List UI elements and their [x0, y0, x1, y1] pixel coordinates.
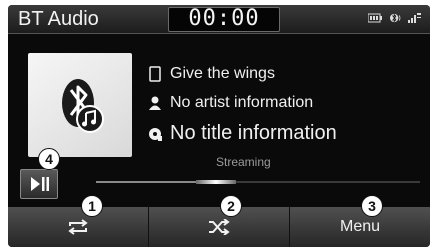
clock-box: 00:00: [168, 7, 280, 32]
callout-4: 4: [38, 148, 60, 170]
callout-1: 1: [81, 195, 103, 217]
status-icons: [368, 13, 422, 23]
shuffle-icon: [209, 219, 230, 235]
status-bar: BT Audio 00:00: [8, 5, 430, 34]
title-name: No title information: [170, 122, 337, 144]
song-row: Give the wings: [148, 65, 275, 83]
menu-button[interactable]: Menu: [290, 207, 430, 247]
signal-icon: [408, 13, 421, 23]
repeat-icon: [68, 219, 88, 235]
streaming-label: Streaming: [216, 155, 271, 169]
progress-fill: [96, 181, 203, 183]
repeat-button[interactable]: [8, 207, 149, 247]
artist-name: No artist information: [170, 94, 314, 111]
album-art: [28, 53, 132, 157]
progress-knob[interactable]: [196, 180, 236, 184]
bluetooth-music-icon: [62, 79, 104, 133]
title-row: No title information: [148, 122, 337, 145]
shuffle-button[interactable]: [149, 207, 290, 247]
bluetooth-phone-icon: [390, 13, 401, 23]
app-title: BT Audio: [18, 8, 99, 30]
artist-icon: [149, 96, 161, 110]
artist-row: No artist information: [148, 94, 313, 112]
manual-figure: BT Audio 00:00 Give the wings No artist …: [0, 0, 438, 250]
play-pause-icon: [31, 177, 49, 191]
clock: 00:00: [188, 6, 260, 31]
callout-3: 3: [361, 195, 383, 217]
callout-2: 2: [220, 195, 242, 217]
menu-label: Menu: [339, 218, 381, 235]
progress-bar[interactable]: [96, 180, 420, 184]
battery-icon: [368, 13, 382, 23]
song-name: Give the wings: [170, 65, 275, 82]
song-file-icon: [149, 66, 161, 82]
play-pause-button[interactable]: [20, 169, 58, 199]
disc-icon: [149, 127, 162, 141]
